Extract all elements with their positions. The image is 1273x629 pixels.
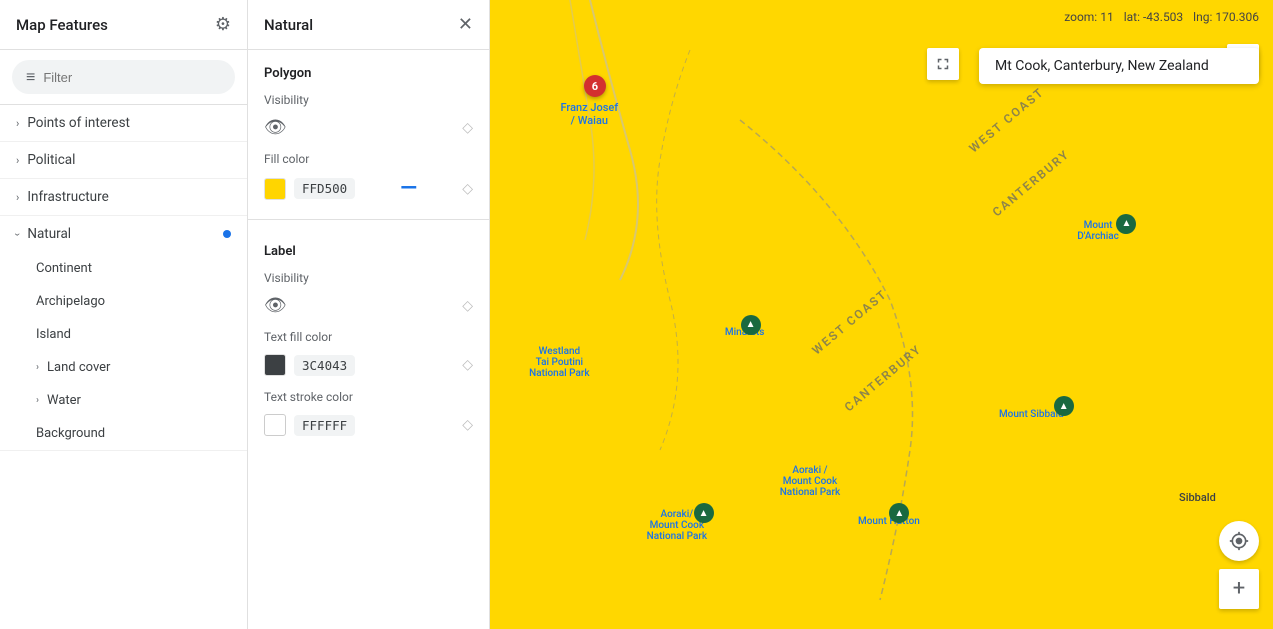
fill-color-hex[interactable]: FFD500 [294, 178, 355, 199]
active-dot [223, 230, 231, 238]
nav-section-infrastructure: › Infrastructure [0, 179, 247, 216]
marker-label: 6 [592, 80, 598, 93]
diamond-icon[interactable]: ◇ [462, 417, 473, 433]
diamond-icon[interactable]: ◇ [462, 181, 473, 197]
chevron-right-icon: › [36, 395, 39, 406]
divider [248, 219, 489, 220]
label-section-title: Label [248, 228, 489, 267]
label-visibility-label: Visibility [248, 267, 489, 291]
nav-section-political: › Political [0, 142, 247, 179]
mid-panel: Natural ✕ Polygon Visibility 👁 ◇ Fill co… [248, 0, 490, 629]
polygon-visibility-label: Visibility [248, 89, 489, 113]
sidebar-item-points-of-interest[interactable]: › Points of interest [0, 105, 247, 141]
filter-input[interactable] [43, 70, 221, 85]
chevron-right-icon: › [16, 117, 19, 130]
minarets-peak-marker: ▲ [741, 315, 761, 335]
chevron-right-icon: › [11, 232, 24, 235]
fill-color-swatch[interactable] [264, 178, 286, 200]
gear-icon[interactable]: ⚙ [215, 14, 231, 35]
text-stroke-color-swatch-group: FFFFFF [264, 414, 355, 436]
text-stroke-color-row: FFFFFF ◇ [248, 410, 489, 446]
nav-section-poi: › Points of interest [0, 105, 247, 142]
chevron-right-icon: › [16, 154, 19, 167]
sidebar-item-archipelago[interactable]: Archipelago [0, 285, 247, 318]
filter-input-wrapper: ≡ [12, 60, 235, 94]
sidebar-item-label: Political [27, 152, 75, 168]
text-stroke-color-hex[interactable]: FFFFFF [294, 415, 355, 436]
filter-bar: ≡ [0, 50, 247, 105]
sub-item-label: Water [47, 393, 81, 408]
sidebar-item-land-cover[interactable]: › Land cover [0, 351, 247, 384]
fill-color-row: FFD500 — ◇ [248, 172, 489, 211]
fill-color-label: Fill color [248, 148, 489, 172]
nav-section-natural: › Natural Continent Archipelago Island ›… [0, 216, 247, 451]
text-fill-color-swatch[interactable] [264, 354, 286, 376]
text-fill-color-row: 3C4043 ◇ [248, 350, 489, 386]
text-fill-color-label: Text fill color [248, 326, 489, 350]
text-fill-color-swatch-group: 3C4043 [264, 354, 355, 376]
zoom-in-button[interactable]: + [1219, 569, 1259, 609]
mount-sibbald-peak-marker: ▲ [1054, 396, 1074, 416]
polygon-section-title: Polygon [248, 50, 489, 89]
aoraki-peak-marker: ▲ [694, 503, 714, 523]
diamond-icon[interactable]: ◇ [462, 120, 473, 136]
filter-icon: ≡ [26, 67, 35, 87]
fill-color-swatch-group: FFD500 [264, 178, 355, 200]
sub-item-label: Continent [36, 261, 92, 276]
eye-icon[interactable]: 👁 [264, 117, 287, 138]
search-box: Mt Cook, Canterbury, New Zealand [979, 48, 1259, 84]
natural-panel-title: Natural [264, 16, 313, 34]
sidebar-item-continent[interactable]: Continent [0, 252, 247, 285]
sidebar-item-water[interactable]: › Water [0, 384, 247, 417]
left-panel-header: Map Features ⚙ [0, 0, 247, 50]
diamond-icon[interactable]: ◇ [462, 298, 473, 314]
sidebar-item-background[interactable]: Background [0, 417, 247, 450]
map-svg [490, 0, 1273, 629]
text-fill-color-hex[interactable]: 3C4043 [294, 355, 355, 376]
sidebar-item-political[interactable]: › Political [0, 142, 247, 178]
polygon-visibility-row: 👁 ◇ [248, 113, 489, 148]
sidebar-item-island[interactable]: Island [0, 318, 247, 351]
left-panel: Map Features ⚙ ≡ › Points of interest › … [0, 0, 248, 629]
sub-item-label: Island [36, 327, 71, 342]
mid-panel-header: Natural ✕ [248, 0, 489, 50]
search-text: Mt Cook, Canterbury, New Zealand [995, 58, 1209, 74]
sub-item-label: Archipelago [36, 294, 105, 309]
chevron-right-icon: › [16, 191, 19, 204]
map-features-title: Map Features [16, 16, 108, 34]
map-controls: + [1219, 521, 1259, 609]
chevron-right-icon: › [36, 362, 39, 373]
location-button[interactable] [1219, 521, 1259, 561]
diamond-icon[interactable]: ◇ [462, 357, 473, 373]
map-area[interactable]: zoom: 11 lat: -43.503 lng: 170.306 Mt Co… [490, 0, 1273, 629]
sidebar-item-label: Natural [27, 226, 71, 242]
sidebar-item-natural[interactable]: › Natural [0, 216, 247, 252]
close-icon[interactable]: ✕ [458, 14, 473, 35]
sub-item-label: Background [36, 426, 105, 441]
fill-color-minus-icon[interactable]: — [398, 176, 419, 201]
sidebar-item-infrastructure[interactable]: › Infrastructure [0, 179, 247, 215]
label-visibility-row: 👁 ◇ [248, 291, 489, 326]
text-stroke-color-swatch[interactable] [264, 414, 286, 436]
eye-icon[interactable]: 👁 [264, 295, 287, 316]
sidebar-item-label: Infrastructure [27, 189, 108, 205]
text-stroke-color-label: Text stroke color [248, 386, 489, 410]
sidebar-item-label: Points of interest [27, 115, 130, 131]
sub-item-label: Land cover [47, 360, 110, 375]
